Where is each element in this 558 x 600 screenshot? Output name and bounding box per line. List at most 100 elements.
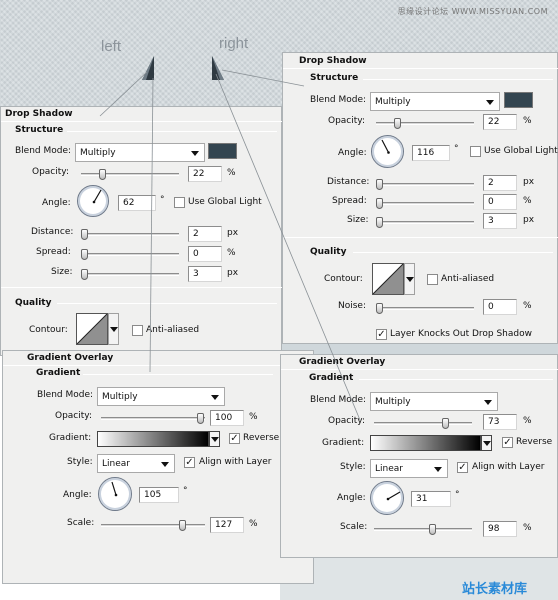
- divider: [83, 374, 273, 375]
- size-unit: px: [227, 268, 239, 278]
- noise-slider[interactable]: [376, 303, 474, 314]
- scale-slider-thumb[interactable]: [179, 520, 186, 531]
- left-label: left: [101, 38, 122, 55]
- size-slider[interactable]: [81, 269, 179, 280]
- align-with-layer-label: Align with Layer: [199, 457, 272, 467]
- contour-label: Contour:: [29, 325, 68, 335]
- spread-input[interactable]: 0: [483, 194, 517, 210]
- opacity-input[interactable]: 100: [210, 410, 244, 426]
- angle-unit: °: [183, 486, 188, 496]
- distance-input[interactable]: 2: [483, 175, 517, 191]
- scale-input[interactable]: 98: [483, 521, 517, 537]
- opacity-unit: %: [523, 116, 532, 126]
- angle-dial[interactable]: [77, 185, 109, 217]
- chevron-down-icon: [484, 400, 492, 405]
- spread-slider-thumb[interactable]: [81, 249, 88, 260]
- distance-input[interactable]: 2: [188, 226, 222, 242]
- scale-input[interactable]: 127: [210, 517, 244, 533]
- spread-label: Spread:: [36, 247, 71, 257]
- opacity-slider[interactable]: [81, 169, 179, 180]
- angle-input[interactable]: 31: [411, 491, 451, 507]
- contour-preview[interactable]: [372, 263, 404, 295]
- contour-dropdown[interactable]: [404, 263, 415, 295]
- spread-slider[interactable]: [376, 198, 474, 209]
- opacity-slider-thumb[interactable]: [197, 413, 204, 424]
- contour-preview[interactable]: [76, 313, 108, 345]
- angle-input[interactable]: 62: [118, 195, 156, 211]
- anti-aliased-checkbox[interactable]: [427, 274, 438, 285]
- gradient-dropdown[interactable]: [481, 435, 492, 451]
- size-input[interactable]: 3: [483, 213, 517, 229]
- style-select[interactable]: Linear: [97, 454, 175, 473]
- blend-mode-select[interactable]: Multiply: [97, 387, 225, 406]
- reverse-checkbox[interactable]: ✓: [229, 433, 240, 444]
- size-slider-thumb[interactable]: [376, 217, 383, 228]
- left-bevel-icon: [142, 56, 154, 80]
- opacity-slider[interactable]: [101, 413, 205, 424]
- distance-slider[interactable]: [81, 229, 179, 240]
- gradient-label: Gradient:: [49, 433, 92, 443]
- blend-mode-select[interactable]: Multiply: [75, 143, 205, 162]
- scale-label: Scale:: [67, 518, 95, 528]
- divider: [1, 287, 283, 288]
- watermark: 思缘设计论坛 WWW.MISSYUAN.COM: [397, 7, 548, 16]
- size-slider-thumb[interactable]: [81, 269, 88, 280]
- opacity-input[interactable]: 73: [483, 414, 517, 430]
- blend-mode-value: Multiply: [375, 97, 411, 107]
- spread-slider-thumb[interactable]: [376, 198, 383, 209]
- size-input[interactable]: 3: [188, 266, 222, 282]
- shadow-color-swatch[interactable]: [208, 143, 237, 159]
- opacity-input[interactable]: 22: [483, 114, 517, 130]
- divider: [67, 131, 277, 132]
- blend-mode-label: Blend Mode:: [310, 95, 367, 105]
- use-global-light-checkbox[interactable]: [174, 197, 185, 208]
- distance-slider[interactable]: [376, 179, 474, 190]
- angle-input[interactable]: 105: [139, 487, 179, 503]
- style-label: Style:: [67, 457, 93, 467]
- opacity-slider[interactable]: [374, 418, 472, 429]
- noise-slider-thumb[interactable]: [376, 303, 383, 314]
- distance-slider-thumb[interactable]: [81, 229, 88, 240]
- style-select[interactable]: Linear: [370, 459, 448, 478]
- gradient-preview[interactable]: [370, 435, 481, 451]
- opacity-slider[interactable]: [376, 118, 474, 129]
- anti-aliased-checkbox[interactable]: [132, 325, 143, 336]
- scale-slider[interactable]: [374, 524, 472, 535]
- panel-title: Gradient Overlay: [27, 353, 114, 363]
- angle-dial[interactable]: [370, 481, 404, 515]
- opacity-input[interactable]: 22: [188, 166, 222, 182]
- scale-slider[interactable]: [101, 520, 205, 531]
- angle-input[interactable]: 116: [412, 145, 450, 161]
- blend-mode-label: Blend Mode:: [37, 390, 94, 400]
- reverse-checkbox[interactable]: ✓: [502, 437, 513, 448]
- angle-dial[interactable]: [98, 477, 132, 511]
- scale-slider-thumb[interactable]: [429, 524, 436, 535]
- opacity-label: Opacity:: [32, 167, 69, 177]
- drop-shadow-panel-right: Drop Shadow Structure Blend Mode: Multip…: [282, 52, 558, 344]
- shadow-color-swatch[interactable]: [504, 92, 533, 108]
- gradient-dropdown[interactable]: [209, 431, 220, 447]
- opacity-slider-thumb[interactable]: [99, 169, 106, 180]
- angle-dial[interactable]: [371, 135, 404, 168]
- scale-label: Scale:: [340, 522, 368, 532]
- gradient-preview[interactable]: [97, 431, 209, 447]
- size-slider[interactable]: [376, 217, 474, 228]
- opacity-slider-thumb[interactable]: [442, 418, 449, 429]
- opacity-slider-thumb[interactable]: [394, 118, 401, 129]
- divider: [283, 237, 558, 238]
- spread-input[interactable]: 0: [188, 246, 222, 262]
- blend-mode-value: Multiply: [80, 148, 116, 158]
- angle-label: Angle:: [42, 198, 71, 208]
- distance-slider-thumb[interactable]: [376, 179, 383, 190]
- align-with-layer-checkbox[interactable]: ✓: [184, 457, 195, 468]
- noise-label: Noise:: [338, 301, 366, 311]
- align-with-layer-checkbox[interactable]: ✓: [457, 462, 468, 473]
- noise-input[interactable]: 0: [483, 299, 517, 315]
- contour-dropdown[interactable]: [108, 313, 119, 345]
- blend-mode-select[interactable]: Multiply: [370, 92, 500, 111]
- blend-mode-select[interactable]: Multiply: [370, 392, 498, 411]
- layer-knocks-out-checkbox[interactable]: ✓: [376, 329, 387, 340]
- use-global-light-checkbox[interactable]: [470, 146, 481, 157]
- spread-slider[interactable]: [81, 249, 179, 260]
- chevron-down-icon: [161, 462, 169, 467]
